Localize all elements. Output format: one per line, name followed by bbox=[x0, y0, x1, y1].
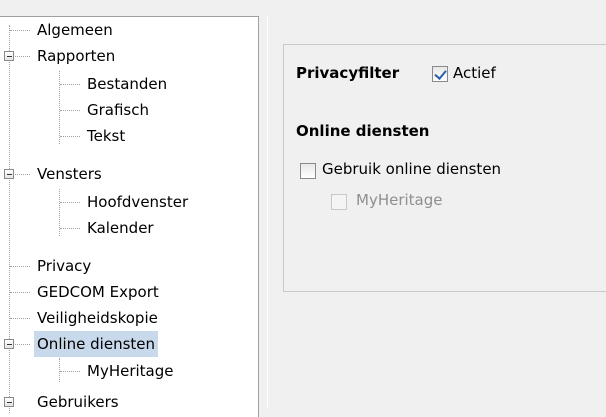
settings-tree[interactable]: Algemeen Rapporten Bestanden Grafisch Te… bbox=[0, 16, 259, 417]
tree-item-gebruikers[interactable]: Gebruikers bbox=[0, 389, 250, 415]
tree-item-hoofdvenster[interactable]: Hoofdvenster bbox=[0, 189, 250, 215]
tree-item-label: Privacy bbox=[37, 257, 92, 275]
tree-item-label: Grafisch bbox=[87, 101, 149, 119]
privacy-active-checkbox[interactable] bbox=[432, 66, 448, 82]
tree-item-veiligheidskopie[interactable]: Veiligheidskopie bbox=[0, 305, 250, 331]
privacy-active-label[interactable]: Actief bbox=[453, 64, 496, 82]
tree-item-label: Algemeen bbox=[37, 21, 113, 39]
myheritage-checkbox[interactable] bbox=[331, 194, 347, 210]
tree-item-vensters[interactable]: Vensters bbox=[0, 161, 250, 187]
tree-item-rapporten[interactable]: Rapporten bbox=[0, 43, 250, 69]
privacy-filter-label: Privacyfilter bbox=[296, 64, 400, 82]
tree-item-myheritage[interactable]: MyHeritage bbox=[0, 358, 250, 384]
tree-item-label: MyHeritage bbox=[87, 362, 174, 380]
collapse-icon[interactable] bbox=[4, 169, 14, 179]
tree-item-label: Gebruikers bbox=[37, 393, 119, 411]
tree-item-grafisch[interactable]: Grafisch bbox=[0, 97, 250, 123]
tree-item-gedcom-export[interactable]: GEDCOM Export bbox=[0, 279, 250, 305]
tree-item-bestanden[interactable]: Bestanden bbox=[0, 71, 250, 97]
tree-item-label: Kalender bbox=[87, 219, 154, 237]
use-online-services-checkbox[interactable] bbox=[300, 163, 316, 179]
collapse-icon[interactable] bbox=[4, 339, 14, 349]
tree-item-label: Veiligheidskopie bbox=[37, 309, 158, 327]
tree-item-algemeen[interactable]: Algemeen bbox=[0, 17, 250, 43]
tree-item-label: Tekst bbox=[87, 127, 126, 145]
tree-item-label: Hoofdvenster bbox=[87, 193, 189, 211]
tree-item-label: Rapporten bbox=[37, 47, 116, 65]
myheritage-label[interactable]: MyHeritage bbox=[356, 191, 442, 209]
use-online-services-label[interactable]: Gebruik online diensten bbox=[322, 160, 501, 178]
tree-item-label: Bestanden bbox=[87, 75, 168, 93]
tree-item-label: Vensters bbox=[37, 165, 102, 183]
tree-item-kalender[interactable]: Kalender bbox=[0, 215, 250, 241]
section-title: Online diensten bbox=[296, 122, 430, 140]
tree-item-tekst[interactable]: Tekst bbox=[0, 123, 250, 149]
tree-item-online-diensten[interactable]: Online diensten bbox=[0, 331, 250, 357]
tree-item-privacy[interactable]: Privacy bbox=[0, 253, 250, 279]
tree-item-label: GEDCOM Export bbox=[37, 283, 159, 301]
expand-icon[interactable] bbox=[4, 397, 14, 407]
tree-item-label: Online diensten bbox=[34, 331, 159, 357]
collapse-icon[interactable] bbox=[4, 51, 14, 61]
